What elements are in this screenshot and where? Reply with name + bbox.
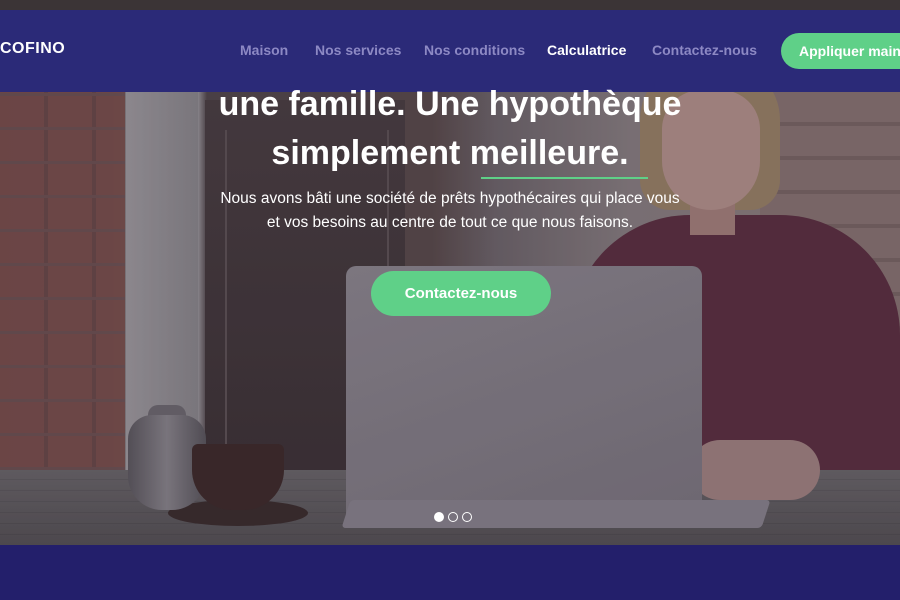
hero-headline-line2: simplement meilleure. xyxy=(271,134,629,172)
nav-link-maison[interactable]: Maison xyxy=(240,42,288,58)
hero-headline-line1: une famille. Une hypothèque xyxy=(218,85,682,123)
hero-subtext-line1: Nous avons bâti une société de prêts hyp… xyxy=(220,190,680,207)
carousel-dot-1[interactable] xyxy=(434,512,444,522)
section-band xyxy=(0,545,900,600)
top-strip xyxy=(0,0,900,10)
navbar: COFINO Maison Nos services Nos condition… xyxy=(0,10,900,92)
carousel-dot-2[interactable] xyxy=(448,512,458,522)
apply-now-button[interactable]: Appliquer maintenant xyxy=(781,33,900,69)
contact-us-button[interactable]: Contactez-nous xyxy=(371,271,551,316)
nav-link-conditions[interactable]: Nos conditions xyxy=(424,42,525,58)
headline-underline xyxy=(481,177,648,179)
carousel-indicators xyxy=(434,512,472,522)
nav-link-contact[interactable]: Contactez-nous xyxy=(652,42,757,58)
hero-subtext-line2: et vos besoins au centre de tout ce que … xyxy=(266,214,634,231)
logo[interactable]: COFINO xyxy=(0,40,65,58)
carousel-dot-3[interactable] xyxy=(462,512,472,522)
nav-link-services[interactable]: Nos services xyxy=(315,42,401,58)
nav-link-calculatrice[interactable]: Calculatrice xyxy=(547,42,626,58)
